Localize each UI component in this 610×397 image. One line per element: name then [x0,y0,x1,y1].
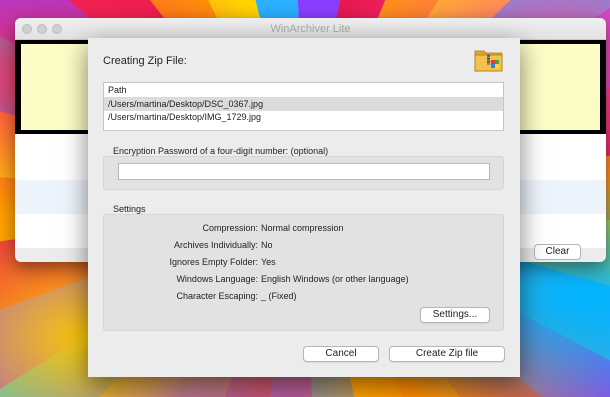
clear-button[interactable]: Clear [534,244,581,260]
folder-zip-icon [474,50,503,72]
cancel-button[interactable]: Cancel [303,346,379,362]
path-column-header[interactable]: Path [104,83,503,98]
settings-button[interactable]: Settings... [420,307,490,323]
settings-group-label: Settings [113,204,146,214]
setting-value: English Windows (or other language) [261,274,409,284]
password-input[interactable] [118,163,490,180]
encryption-label: Encryption Password of a four-digit numb… [113,146,329,156]
setting-value: _ (Fixed) [261,291,297,301]
path-row[interactable]: /Users/martina/Desktop/DSC_0367.jpg [104,98,503,111]
setting-key: Compression: [202,223,258,233]
app-titlebar: WinArchiver Lite [15,18,606,40]
path-row[interactable]: /Users/martina/Desktop/IMG_1729.jpg [104,111,503,124]
setting-value: Yes [261,257,276,267]
dialog-title: Creating Zip File: [103,55,187,67]
setting-key: Archives Individually: [173,240,258,250]
setting-key: Ignores Empty Folder: [169,257,258,267]
setting-value: No [261,240,273,250]
path-table[interactable]: Path /Users/martina/Desktop/DSC_0367.jpg… [103,82,504,131]
setting-key: Windows Language: [176,274,258,284]
app-title: WinArchiver Lite [270,23,351,35]
setting-value: Normal compression [261,223,344,233]
setting-key: Character Escaping: [176,291,258,301]
create-zip-button[interactable]: Create Zip file [389,346,505,362]
create-zip-dialog: Creating Zip File: Path /Users/martina/D… [88,38,520,377]
